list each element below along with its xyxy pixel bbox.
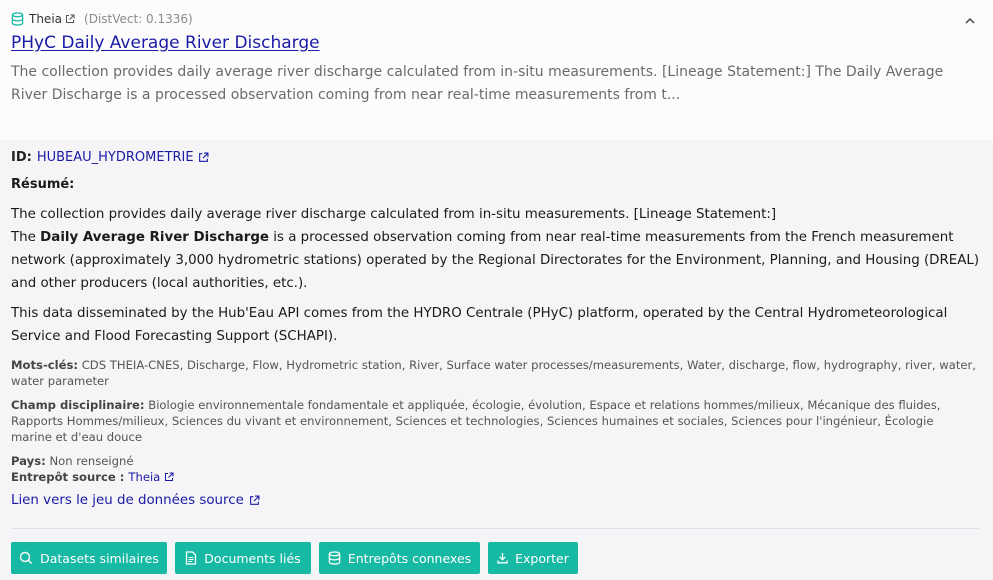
export-button[interactable]: Exporter — [488, 542, 578, 574]
source-line: Theia (DistVect: 0.1336) — [11, 11, 193, 27]
dataset-title-link[interactable]: PHyC Daily Average River Discharge — [11, 33, 320, 53]
resume-line-1: The collection provides daily average ri… — [11, 207, 777, 222]
distvect-score: (DistVect: 0.1336) — [84, 12, 193, 26]
keywords-value: CDS THEIA-CNES, Discharge, Flow, Hydrome… — [11, 358, 976, 388]
result-header: Theia (DistVect: 0.1336) PHyC Daily Aver… — [0, 0, 993, 140]
export-label: Exporter — [515, 550, 569, 566]
dataset-result-card: Theia (DistVect: 0.1336) PHyC Daily Aver… — [0, 0, 993, 580]
country-value: Non renseigné — [49, 454, 134, 468]
resume-line-2: The Daily Average River Discharge is a p… — [11, 226, 986, 295]
resume-paragraph-1: The collection provides daily average ri… — [11, 203, 986, 295]
divider — [11, 528, 979, 529]
external-link-icon[interactable] — [65, 14, 75, 24]
dataset-summary: The collection provides daily average ri… — [11, 64, 944, 103]
database-icon — [328, 551, 341, 565]
field-value: Biologie environnementale fondamentale e… — [11, 398, 941, 444]
keywords-label: Mots-clés: — [11, 358, 79, 372]
repo-link[interactable]: Theia — [128, 469, 160, 485]
country-label: Pays: — [11, 454, 46, 468]
resume-pre: The — [11, 230, 41, 245]
database-icon — [11, 12, 24, 26]
repo-label: Entrepôt source : — [11, 470, 125, 484]
id-label: ID: — [11, 150, 32, 165]
similar-datasets-label: Datasets similaires — [40, 550, 159, 566]
source-repository: Entrepôt source : Theia — [11, 469, 976, 485]
external-link-icon[interactable] — [198, 152, 209, 163]
linked-documents-label: Documents liés — [204, 550, 301, 566]
source-dataset-link-text[interactable]: Lien vers le jeu de données source — [11, 493, 244, 508]
resume-label: Résumé: — [11, 177, 75, 192]
source-dataset-link[interactable]: Lien vers le jeu de données source — [11, 493, 260, 508]
external-link-icon[interactable] — [249, 495, 260, 506]
keywords: Mots-clés: CDS THEIA-CNES, Discharge, Fl… — [11, 357, 976, 389]
document-icon — [186, 551, 197, 565]
chevron-up-icon[interactable] — [963, 14, 977, 28]
external-link-icon[interactable] — [164, 472, 174, 482]
country: Pays: Non renseigné — [11, 453, 976, 469]
field-label: Champ disciplinaire: — [11, 398, 145, 412]
download-icon — [497, 553, 508, 564]
dataset-id: ID: HUBEAU_HYDROMETRIE — [11, 150, 209, 165]
related-repositories-button[interactable]: Entrepôts connexes — [319, 542, 480, 574]
discipline-field: Champ disciplinaire: Biologie environnem… — [11, 397, 976, 445]
source-name[interactable]: Theia — [29, 12, 62, 26]
resume-bold: Daily Average River Discharge — [40, 230, 269, 245]
resume-paragraph-2: This data disseminated by the Hub'Eau AP… — [11, 306, 948, 344]
linked-documents-button[interactable]: Documents liés — [175, 542, 311, 574]
id-value-link[interactable]: HUBEAU_HYDROMETRIE — [37, 150, 194, 165]
similar-datasets-button[interactable]: Datasets similaires — [11, 542, 167, 574]
search-icon — [19, 551, 33, 564]
related-repositories-label: Entrepôts connexes — [347, 550, 472, 566]
